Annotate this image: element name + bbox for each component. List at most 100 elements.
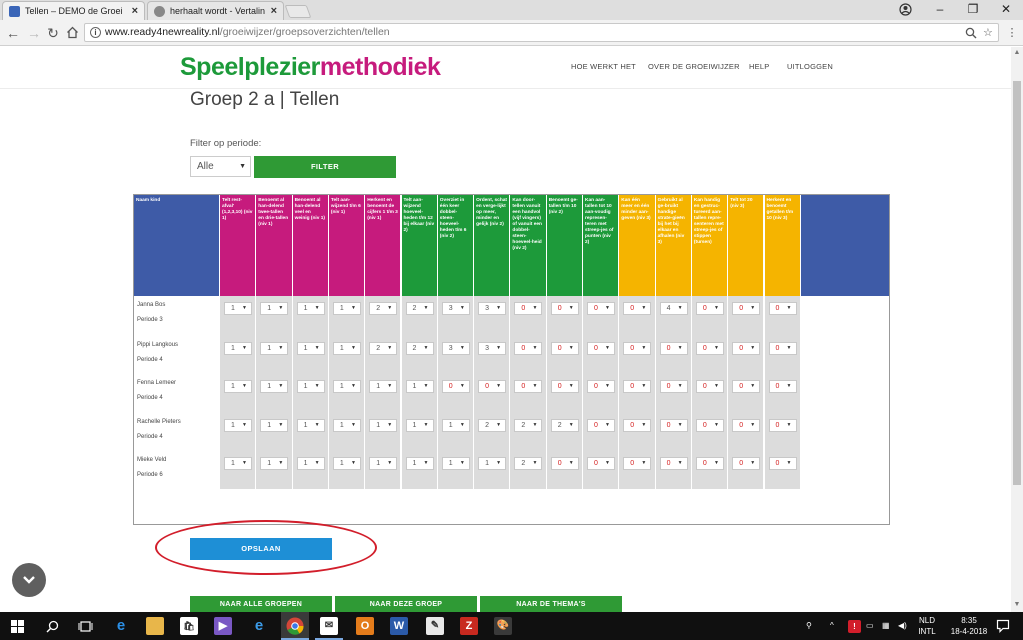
chrome-icon[interactable]	[286, 617, 304, 635]
score-select[interactable]: 1 ▼	[332, 419, 361, 432]
people-icon[interactable]: ⚲	[806, 620, 812, 631]
score-select[interactable]: 2 ▼	[405, 302, 434, 315]
outlook-icon[interactable]: O	[356, 617, 374, 635]
close-window-button[interactable]: ✕	[996, 2, 1016, 16]
filezilla-icon[interactable]: Z	[460, 617, 478, 635]
new-tab-button[interactable]	[284, 5, 312, 18]
score-select[interactable]: 1 ▼	[405, 380, 434, 393]
scrollbar-thumb[interactable]	[1013, 81, 1021, 485]
page-scrollbar[interactable]: ▲ ▼	[1011, 47, 1023, 612]
score-select[interactable]: 2 ▼	[550, 419, 579, 432]
scroll-down-button[interactable]	[12, 563, 46, 597]
network-icon[interactable]: ▦	[882, 620, 890, 631]
profile-icon[interactable]	[899, 3, 912, 16]
score-select[interactable]: 1 ▼	[260, 342, 289, 355]
score-select[interactable]: 1 ▼	[224, 342, 252, 355]
tray-chevron-up-icon[interactable]: ^	[830, 620, 834, 631]
score-select[interactable]: 0 ▼	[695, 457, 724, 470]
score-select[interactable]: 0 ▼	[587, 457, 615, 470]
score-select[interactable]: 3 ▼	[441, 342, 470, 355]
home-icon[interactable]	[66, 26, 79, 39]
filter-button[interactable]: FILTER	[254, 156, 396, 178]
score-select[interactable]: 1 ▼	[224, 457, 252, 470]
score-select[interactable]: 1 ▼	[369, 380, 398, 393]
to-all-groups-button[interactable]: NAAR ALLE GROEPEN	[190, 596, 332, 612]
score-select[interactable]: 1 ▼	[369, 457, 398, 470]
score-select[interactable]: 0 ▼	[768, 457, 797, 470]
score-select[interactable]: 1 ▼	[332, 457, 361, 470]
clock[interactable]: 8:35 18-4-2018	[946, 615, 992, 637]
score-select[interactable]: 1 ▼	[224, 380, 252, 393]
score-select[interactable]: 0 ▼	[732, 380, 761, 393]
notifications-icon[interactable]	[996, 619, 1010, 633]
forward-button[interactable]: →	[25, 24, 43, 42]
score-select[interactable]: 0 ▼	[587, 380, 615, 393]
score-select[interactable]: 2 ▼	[478, 419, 507, 432]
paint-icon[interactable]: 🎨	[494, 617, 512, 635]
score-select[interactable]: 0 ▼	[587, 302, 615, 315]
score-select[interactable]: 1 ▼	[405, 419, 434, 432]
score-select[interactable]: 2 ▼	[369, 342, 398, 355]
score-select[interactable]: 0 ▼	[732, 457, 761, 470]
score-select[interactable]: 1 ▼	[478, 457, 507, 470]
windows-start-icon[interactable]	[11, 620, 24, 633]
score-select[interactable]: 0 ▼	[623, 457, 652, 470]
score-select[interactable]: 0 ▼	[623, 302, 652, 315]
score-select[interactable]: 1 ▼	[260, 302, 289, 315]
score-select[interactable]: 0 ▼	[695, 342, 724, 355]
save-button[interactable]: OPSLAAN	[190, 538, 332, 560]
bookmark-star-icon[interactable]: ☆	[983, 25, 993, 42]
score-select[interactable]: 0 ▼	[587, 342, 615, 355]
period-select[interactable]: Alle ▼	[190, 156, 251, 177]
antivirus-icon[interactable]: !	[848, 620, 861, 633]
back-button[interactable]: ←	[4, 24, 22, 42]
score-select[interactable]: 0 ▼	[659, 380, 688, 393]
score-select[interactable]: 0 ▼	[623, 419, 652, 432]
score-select[interactable]: 2 ▼	[405, 342, 434, 355]
score-select[interactable]: 1 ▼	[405, 457, 434, 470]
info-icon[interactable]: i	[90, 27, 101, 38]
mail-icon[interactable]: ✉	[320, 617, 338, 635]
score-select[interactable]: 3 ▼	[478, 302, 507, 315]
to-this-group-button[interactable]: NAAR DEZE GROEP	[335, 596, 477, 612]
score-select[interactable]: 3 ▼	[441, 302, 470, 315]
score-select[interactable]: 1 ▼	[332, 342, 361, 355]
search-icon[interactable]	[46, 620, 59, 633]
score-select[interactable]: 0 ▼	[514, 380, 543, 393]
score-select[interactable]: 1 ▼	[260, 457, 289, 470]
score-select[interactable]: 0 ▼	[695, 302, 724, 315]
score-select[interactable]: 0 ▼	[514, 302, 543, 315]
score-select[interactable]: 1 ▼	[260, 419, 289, 432]
score-select[interactable]: 1 ▼	[332, 302, 361, 315]
score-select[interactable]: 0 ▼	[768, 342, 797, 355]
score-select[interactable]: 0 ▼	[623, 342, 652, 355]
score-select[interactable]: 0 ▼	[659, 342, 688, 355]
score-select[interactable]: 0 ▼	[550, 380, 579, 393]
search-icon[interactable]	[965, 27, 977, 39]
close-tab-icon[interactable]: ×	[132, 5, 138, 17]
score-select[interactable]: 2 ▼	[369, 302, 398, 315]
score-select[interactable]: 1 ▼	[296, 302, 325, 315]
score-select[interactable]: 2 ▼	[514, 419, 543, 432]
score-select[interactable]: 0 ▼	[768, 380, 797, 393]
score-select[interactable]: 0 ▼	[550, 457, 579, 470]
battery-icon[interactable]: ▭	[866, 620, 874, 631]
internet-explorer-icon[interactable]: e	[250, 617, 268, 635]
language-indicator[interactable]: NLD INTL	[914, 615, 940, 637]
score-select[interactable]: 1 ▼	[296, 457, 325, 470]
menu-icon[interactable]: ⋮	[1003, 24, 1021, 42]
score-select[interactable]: 0 ▼	[768, 419, 797, 432]
score-select[interactable]: 1 ▼	[369, 419, 398, 432]
file-explorer-icon[interactable]	[146, 617, 164, 635]
score-select[interactable]: 0 ▼	[659, 457, 688, 470]
score-select[interactable]: 0 ▼	[478, 380, 507, 393]
site-logo[interactable]: Speelpleziermethodiek	[180, 53, 441, 82]
score-select[interactable]: 1 ▼	[224, 419, 252, 432]
to-themes-button[interactable]: NAAR DE THEMA'S	[480, 596, 622, 612]
score-select[interactable]: 0 ▼	[659, 419, 688, 432]
close-tab-icon[interactable]: ×	[271, 5, 277, 17]
nav-uitloggen[interactable]: UITLOGGEN	[787, 62, 833, 71]
volume-icon[interactable]: ◀)	[898, 620, 907, 631]
score-select[interactable]: 4 ▼	[659, 302, 688, 315]
restore-button[interactable]: ❐	[963, 2, 983, 16]
